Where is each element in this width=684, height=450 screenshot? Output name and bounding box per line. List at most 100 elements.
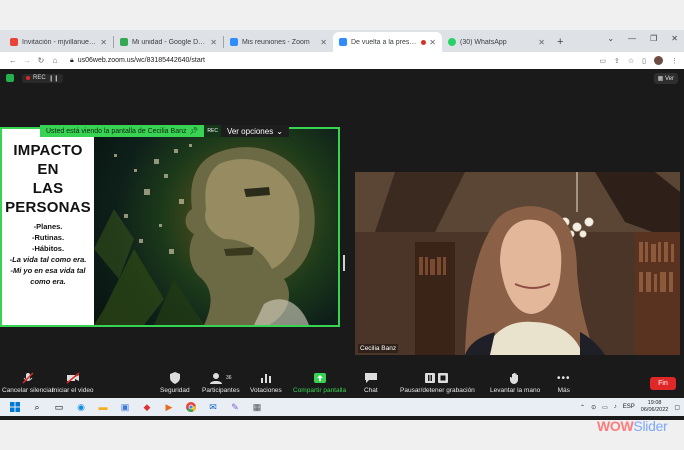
slide-bullet: -Mi yo en esa vida tal como era. [10, 266, 86, 286]
security-button[interactable]: Seguridad [160, 372, 190, 394]
search-icon[interactable]: ⌕ [26, 400, 48, 414]
share-notice: Usted está viendo la pantalla de Cecilia… [40, 125, 205, 137]
participants-button[interactable]: 36 Participantes [202, 372, 240, 394]
chrome-icon[interactable] [180, 400, 202, 414]
presenter-name: Cecilia Banz [358, 344, 399, 353]
tab-search-icon[interactable]: ⌄ [607, 34, 614, 43]
paint-icon[interactable]: ✎ [224, 400, 246, 414]
pause-recording-button[interactable]: Pausar/detener grabación [400, 372, 475, 394]
start-video-button[interactable]: Iniciar el video [52, 372, 94, 394]
encryption-shield-icon[interactable] [6, 74, 14, 82]
media-player-icon[interactable]: ▶ [158, 400, 180, 414]
network-icon[interactable]: ⊙ [591, 404, 596, 411]
minimize-button[interactable]: — [628, 34, 636, 43]
system-tray: ⌃ ⊙ ▭ ♪ ESP 19:08 06/06/2022 ▢ [580, 398, 680, 416]
chevron-down-icon: ⌄ [276, 126, 283, 136]
sidebar-icon[interactable]: ▯ [642, 57, 646, 65]
whatsapp-icon [448, 38, 456, 46]
clock[interactable]: 19:08 06/06/2022 [641, 400, 669, 414]
share-icon[interactable]: ⇪ [614, 57, 620, 65]
mail-icon[interactable]: ✉ [202, 400, 224, 414]
address-bar[interactable]: 🔒︎ us06web.zoom.us/wc/83185442640/start [70, 57, 599, 65]
pause-record-icon [425, 372, 449, 384]
calculator-icon[interactable]: ▦ [246, 400, 268, 414]
chevron-up-icon[interactable]: ⌃ [580, 404, 585, 411]
slide-bullets: -Planes. -Rutinas. -Hábitos. -La vida ta… [2, 221, 94, 287]
tab-label: (30) WhatsApp [460, 38, 507, 46]
zoom-icon [339, 38, 347, 46]
slide-digital-head-image [94, 129, 338, 325]
notifications-icon[interactable]: ▢ [674, 404, 680, 411]
close-icon[interactable]: ✕ [538, 38, 545, 47]
share-rec-badge: REC [204, 125, 221, 137]
mic-muted-icon [22, 372, 34, 384]
slide-bullet: -La vida tal como era. [9, 255, 87, 264]
volume-icon[interactable]: ♪ [614, 404, 617, 410]
close-icon[interactable]: ✕ [210, 38, 217, 47]
new-tab-button[interactable]: + [557, 36, 563, 48]
url-text: us06web.zoom.us/wc/83185442640/start [77, 57, 205, 64]
polls-button[interactable]: Votaciones [250, 372, 282, 394]
drive-icon [120, 38, 128, 46]
close-icon[interactable]: ✕ [320, 38, 327, 47]
end-meeting-button[interactable]: Fin [650, 377, 676, 390]
menu-icon[interactable]: ⋮ [671, 57, 678, 65]
tab-label: Mi unidad - Google Drive [132, 38, 208, 46]
lock-icon: 🔒︎ [70, 56, 74, 64]
bookmark-star-icon[interactable]: ☆ [628, 57, 634, 65]
slide-bullet: -Hábitos. [31, 244, 65, 253]
participant-count: 36 [226, 375, 232, 381]
windows-start-icon[interactable] [4, 400, 26, 414]
task-view-icon[interactable]: ▭ [48, 400, 70, 414]
camera-icon[interactable]: ▭ [599, 57, 606, 65]
share-notice-text: Usted está viendo la pantalla de Cecilia… [46, 127, 187, 135]
edge-icon[interactable]: ◉ [70, 400, 92, 414]
raise-hand-button[interactable]: Levantar la mano [490, 372, 540, 394]
language-indicator[interactable]: ESP [623, 404, 635, 410]
slide-title-line: LAS [32, 180, 64, 197]
view-button[interactable]: ▦ Ver [653, 73, 678, 84]
resize-handle[interactable] [343, 255, 345, 271]
slide-bullet: -Rutinas. [31, 233, 65, 242]
view-grid-icon: ▦ [657, 76, 664, 82]
toolbar-actions: ▭ ⇪ ☆ ▯ ⋮ [599, 56, 678, 65]
tab-label: Invitación - mjvillanueva@cc [22, 38, 97, 46]
unmute-button[interactable]: Cancelar silenciar [2, 372, 54, 394]
control-label: Cancelar silenciar [2, 387, 54, 394]
tab-drive[interactable]: Mi unidad - Google Drive ✕ [114, 32, 223, 52]
share-notice-bar: Usted está viendo la pantalla de Cecilia… [40, 125, 289, 137]
close-icon[interactable]: ✕ [100, 38, 107, 47]
pause-icon: ❙❙ [48, 75, 59, 82]
control-label: Compartir pantalla [293, 387, 347, 394]
close-window-button[interactable]: ✕ [671, 34, 678, 43]
forward-icon[interactable]: → [20, 56, 34, 65]
presenter-video: Cecilia Banz [355, 172, 680, 355]
tab-zoom-active[interactable]: De vuelta a la presencialid ✕ [333, 32, 442, 52]
home-icon[interactable]: ⌂ [48, 56, 62, 65]
close-icon[interactable]: ✕ [429, 38, 436, 47]
zoom-icon [230, 38, 238, 46]
poll-icon [260, 372, 271, 384]
tab-gmail[interactable]: Invitación - mjvillanueva@cc ✕ [4, 32, 113, 52]
recording-badge[interactable]: REC ❙❙ [22, 73, 63, 83]
pin-app-icon[interactable]: ◆ [136, 400, 158, 414]
video-off-icon [66, 372, 80, 384]
tab-whatsapp[interactable]: (30) WhatsApp ✕ [442, 32, 551, 52]
share-screen-button[interactable]: Compartir pantalla [293, 372, 346, 394]
clock-date: 06/06/2022 [640, 407, 669, 413]
view-options-button[interactable]: Ver opciones ⌄ [220, 125, 289, 137]
more-button[interactable]: ••• Más [557, 372, 571, 395]
back-icon[interactable]: ← [6, 56, 20, 65]
chat-button[interactable]: Chat [364, 372, 378, 394]
tab-strip: Invitación - mjvillanueva@cc ✕ Mi unidad… [0, 30, 684, 52]
tab-zoom-meetings[interactable]: Mis reuniones - Zoom ✕ [224, 32, 333, 52]
presenter-camera-frame [355, 172, 680, 355]
file-explorer-icon[interactable]: ▬ [92, 400, 114, 414]
zoom-top-bar: REC ❙❙ ▦ Ver [0, 69, 684, 87]
store-icon[interactable]: ▣ [114, 400, 136, 414]
shield-icon [169, 372, 180, 384]
battery-icon[interactable]: ▭ [602, 404, 608, 411]
maximize-button[interactable]: ❐ [650, 34, 657, 43]
avatar[interactable] [654, 56, 663, 65]
reload-icon[interactable]: ↻ [34, 56, 48, 65]
